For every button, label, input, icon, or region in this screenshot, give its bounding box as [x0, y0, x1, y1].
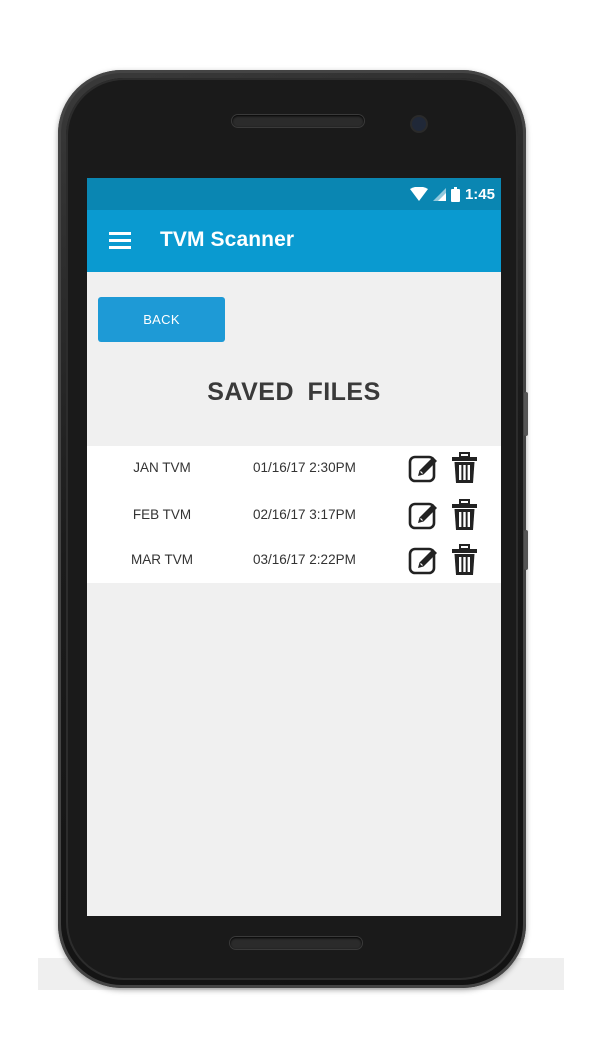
file-date: 01/16/17 2:30PM	[253, 460, 356, 475]
file-date: 02/16/17 3:17PM	[253, 507, 356, 522]
front-camera	[412, 117, 426, 131]
wifi-icon	[409, 187, 428, 201]
bottom-speaker	[230, 937, 362, 949]
app-title: TVM Scanner	[160, 228, 295, 251]
trash-icon[interactable]	[451, 452, 478, 484]
file-row[interactable]: JAN TVM 01/16/17 2:30PM	[87, 452, 501, 484]
edit-icon[interactable]	[408, 500, 440, 530]
power-button	[524, 530, 528, 570]
signal-icon	[432, 187, 446, 201]
file-name: FEB TVM	[132, 507, 192, 522]
saved-files-list: JAN TVM 01/16/17 2:30PM FEB TVM 02/16/17…	[87, 446, 501, 583]
edit-icon[interactable]	[408, 545, 440, 575]
hamburger-menu-icon[interactable]	[109, 232, 131, 250]
status-icons: 1:45	[409, 178, 495, 210]
file-name: MAR TVM	[130, 552, 193, 567]
trash-icon[interactable]	[451, 499, 478, 531]
back-button[interactable]: BACK	[98, 297, 225, 342]
phone-screen: 1:45 TVM Scanner BACK SAVED FILES JAN TV…	[87, 178, 501, 916]
file-date: 03/16/17 2:22PM	[253, 552, 356, 567]
edit-icon[interactable]	[408, 453, 440, 483]
file-row[interactable]: FEB TVM 02/16/17 3:17PM	[87, 499, 501, 531]
file-row[interactable]: MAR TVM 03/16/17 2:22PM	[87, 544, 501, 576]
file-name: JAN TVM	[133, 460, 191, 475]
volume-button	[524, 392, 528, 436]
status-bar: 1:45	[87, 178, 501, 210]
page-title: SAVED FILES	[207, 378, 381, 406]
app-bar: TVM Scanner	[87, 210, 501, 272]
trash-icon[interactable]	[451, 544, 478, 576]
status-time: 1:45	[464, 185, 495, 203]
battery-icon	[450, 186, 460, 202]
top-speaker	[232, 115, 364, 127]
